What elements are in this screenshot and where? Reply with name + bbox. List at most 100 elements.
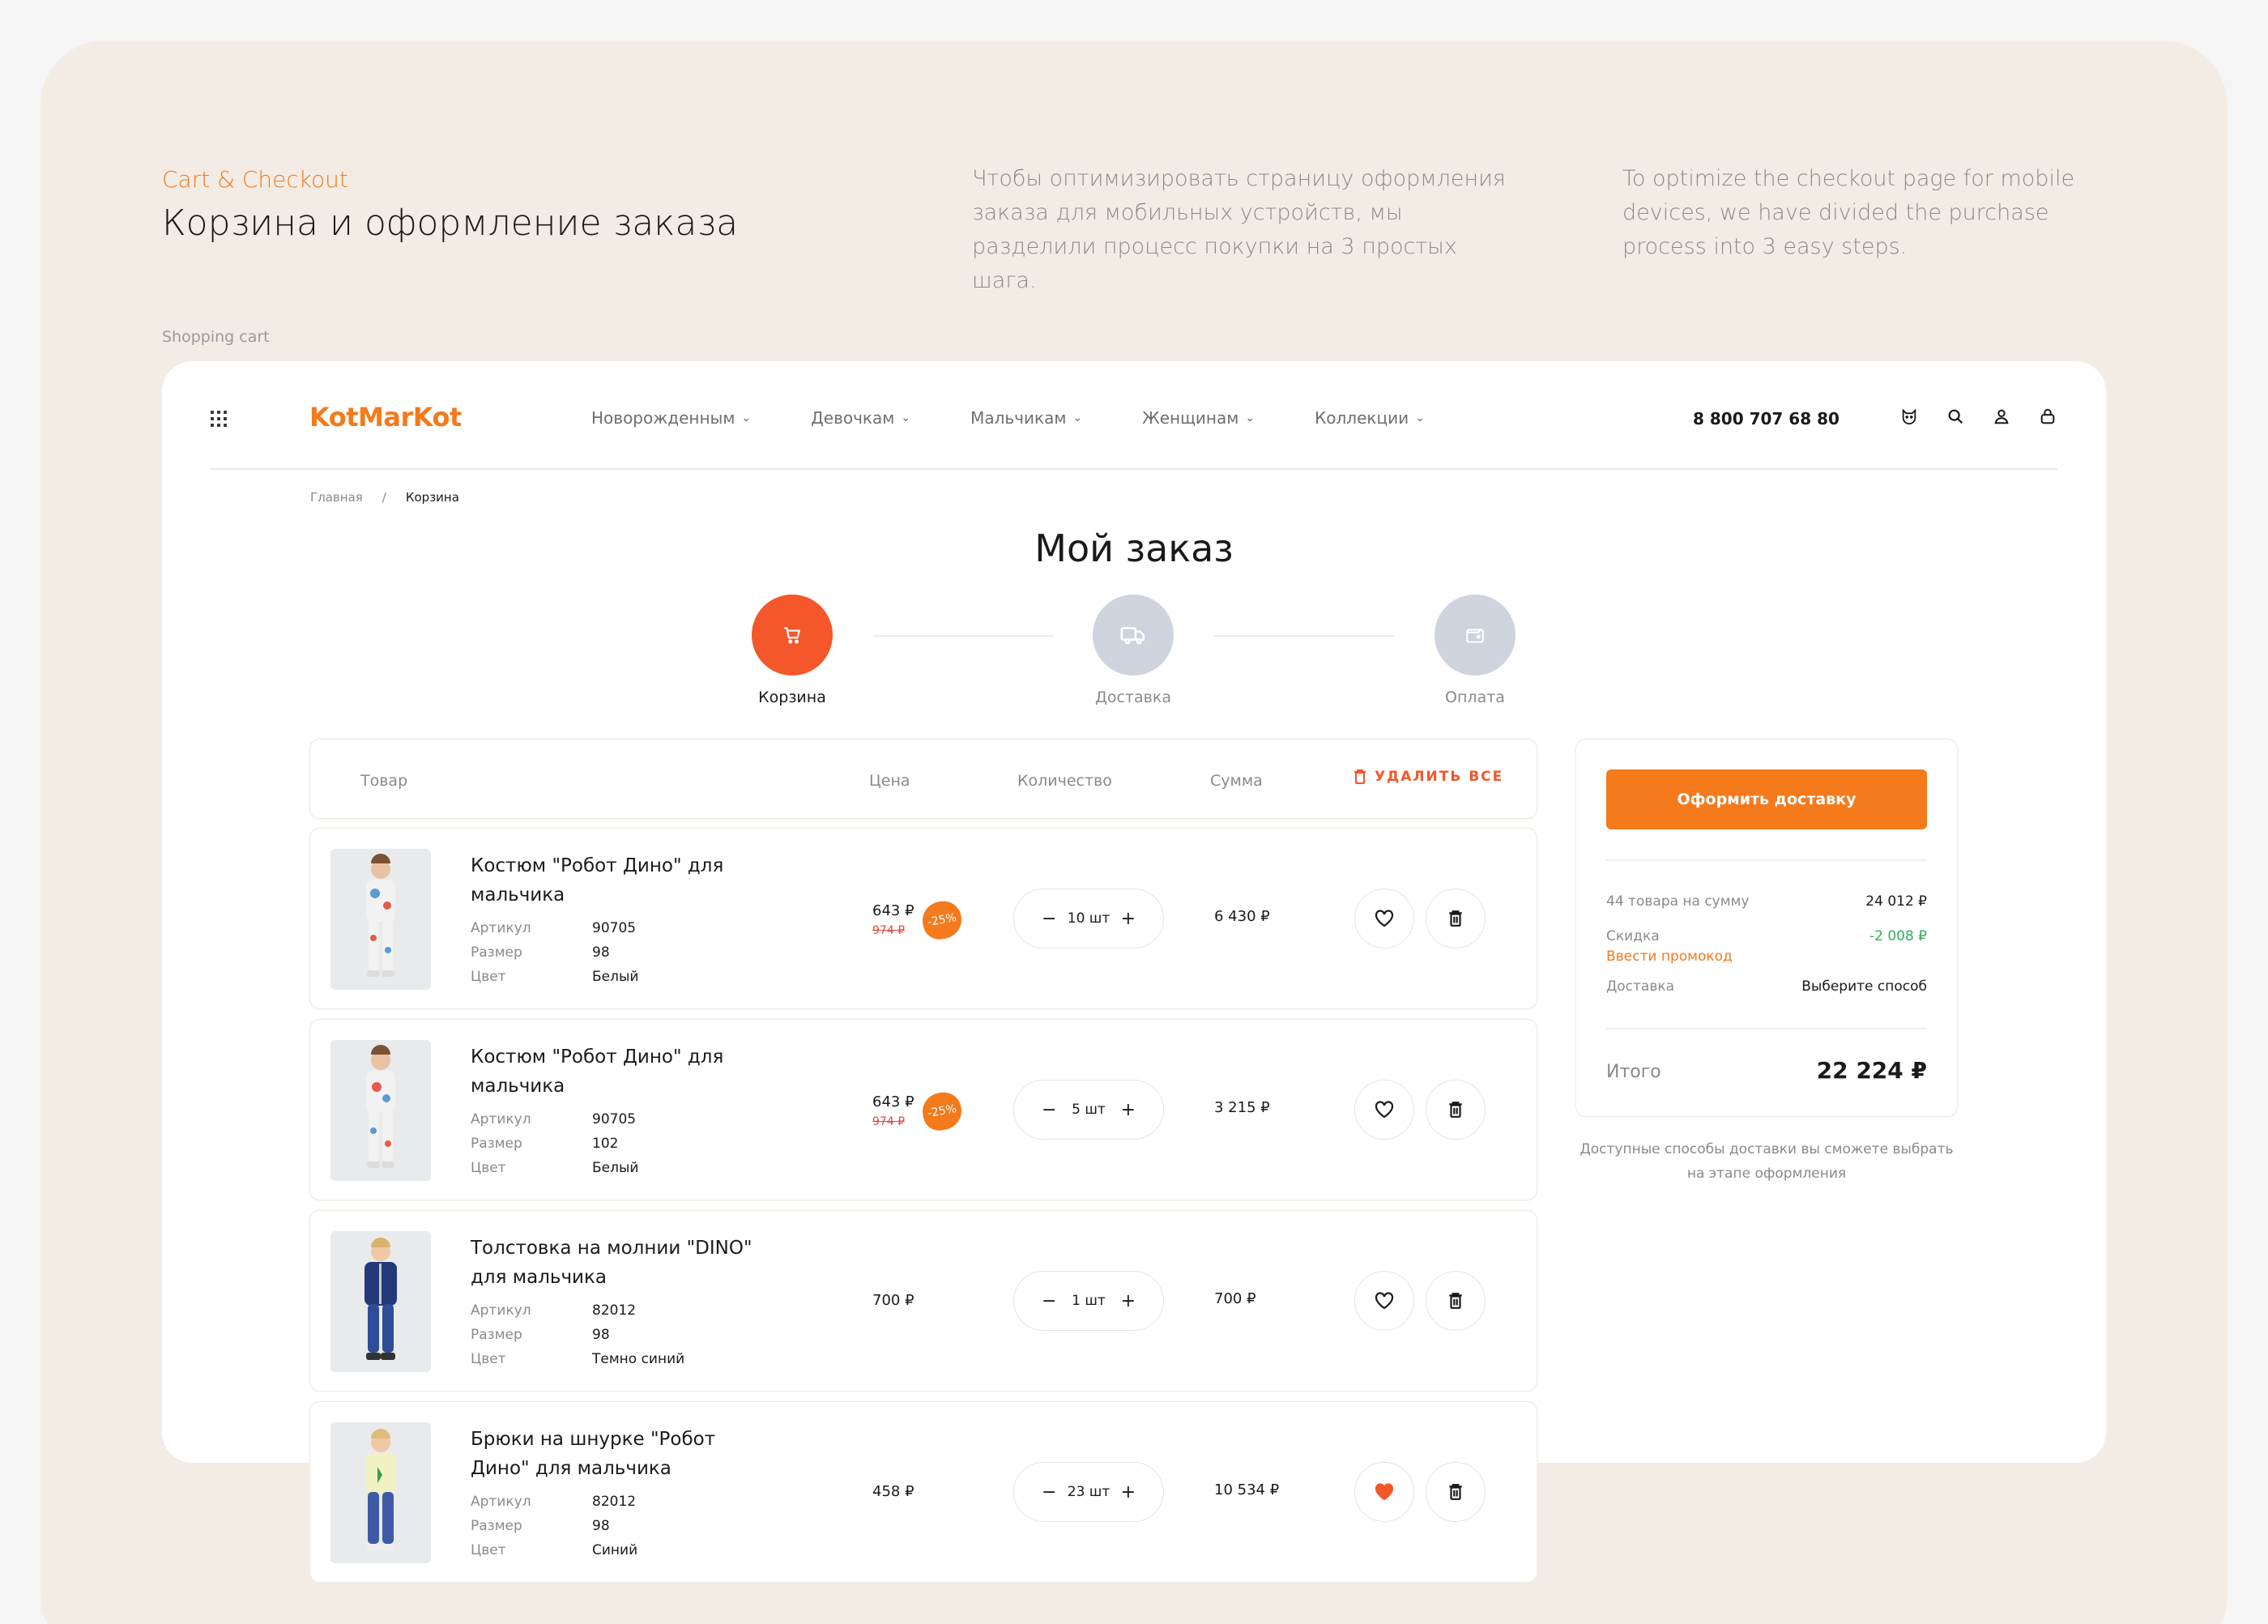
- article-value: 82012: [592, 1302, 637, 1319]
- color-value: Синий: [592, 1542, 638, 1558]
- chevron-down-icon: ⌄: [1072, 411, 1083, 424]
- step-delivery[interactable]: [1093, 595, 1174, 676]
- nav-item-newborn[interactable]: Новорожденным ⌄: [591, 408, 751, 428]
- column-price: Цена: [869, 772, 910, 790]
- product-name[interactable]: Костюм "Робот Дино" для мальчика: [471, 851, 778, 910]
- step-label-cart: Корзина: [758, 688, 826, 706]
- article-value: 90705: [592, 1111, 637, 1127]
- trash-icon: [1449, 1484, 1462, 1500]
- step-cart[interactable]: [752, 595, 833, 676]
- discount-badge: -25%: [919, 898, 965, 942]
- product-name[interactable]: Костюм "Робот Дино" для мальчика: [471, 1042, 778, 1101]
- color-value: Темно синий: [592, 1351, 685, 1367]
- product-image[interactable]: [330, 1231, 431, 1372]
- trash-icon: [1354, 769, 1366, 784]
- heart-icon: [1375, 1101, 1394, 1119]
- product-image[interactable]: [330, 1422, 431, 1563]
- nav-label: Мальчикам: [970, 408, 1067, 428]
- product-image[interactable]: [330, 1040, 431, 1181]
- increment-button[interactable]: +: [1121, 1100, 1136, 1120]
- decrement-button[interactable]: −: [1042, 1482, 1056, 1503]
- order-summary: Оформить доставку 44 товара на сумму 24 …: [1576, 740, 1957, 1116]
- attr-label: Размер: [471, 1136, 522, 1152]
- checkout-delivery-button[interactable]: Оформить доставку: [1606, 769, 1927, 829]
- summary-divider: [1606, 859, 1927, 861]
- breadcrumb-home[interactable]: Главная: [310, 490, 363, 505]
- grid-icon[interactable]: [211, 411, 227, 427]
- delete-all-label: Удалить все: [1375, 769, 1504, 785]
- article-value: 82012: [592, 1494, 637, 1510]
- remove-item-button[interactable]: [1426, 889, 1486, 948]
- color-value: Белый: [592, 1160, 639, 1176]
- remove-item-button[interactable]: [1426, 1462, 1486, 1522]
- search-icon[interactable]: [1946, 407, 1965, 426]
- product-name[interactable]: Брюки на шнурке "Робот Дино" для мальчик…: [471, 1425, 778, 1483]
- trash-icon: [1449, 1102, 1462, 1118]
- remove-item-button[interactable]: [1426, 1271, 1486, 1331]
- table-header: Товар Цена Количество Сумма Удалить все: [310, 740, 1537, 818]
- wallet-icon: [1466, 628, 1484, 643]
- table-row: Толстовка на молнии "DINO" для мальчика …: [310, 1211, 1537, 1391]
- delete-all-button[interactable]: Удалить все: [1354, 769, 1503, 785]
- delivery-label: Доставка: [1606, 978, 1675, 995]
- row-sum: 700 ₽: [1214, 1290, 1256, 1307]
- step-connector: [1214, 635, 1394, 637]
- section-headline: Корзина и оформление заказа: [162, 202, 739, 244]
- items-value: 24 012 ₽: [1865, 893, 1927, 910]
- quantity-value: 5 шт: [1072, 1102, 1106, 1118]
- product-image[interactable]: [330, 849, 431, 990]
- user-icon[interactable]: [1992, 407, 2011, 426]
- column-product: Товар: [360, 772, 408, 790]
- size-value: 98: [592, 1518, 610, 1534]
- items-label: 44 товара на сумму: [1606, 893, 1750, 910]
- product-price: 643 ₽: [872, 1093, 914, 1110]
- row-sum: 6 430 ₽: [1214, 908, 1270, 925]
- section-eyebrow: Cart & Checkout: [162, 166, 348, 193]
- attr-label: Цвет: [471, 1542, 506, 1558]
- delivery-value: Выберите способ: [1801, 978, 1927, 995]
- remove-item-button[interactable]: [1426, 1080, 1486, 1140]
- step-payment[interactable]: [1435, 595, 1516, 676]
- nav-item-collections[interactable]: Коллекции ⌄: [1315, 408, 1425, 428]
- product-name[interactable]: Толстовка на молнии "DINO" для мальчика: [471, 1234, 778, 1292]
- favorite-button-active[interactable]: [1354, 1462, 1414, 1522]
- attr-label: Цвет: [471, 969, 506, 985]
- attr-label: Цвет: [471, 1351, 506, 1367]
- heart-icon: [1375, 910, 1394, 927]
- decrement-button[interactable]: −: [1042, 1100, 1056, 1120]
- discount-value: -2 008 ₽: [1869, 928, 1927, 944]
- page-title: Мой заказ: [1034, 526, 1234, 570]
- increment-button[interactable]: +: [1121, 909, 1136, 929]
- product-attributes: Артикул 90705 Размер 102 Цвет Белый: [471, 1107, 638, 1180]
- product-price: 458 ₽: [872, 1483, 914, 1500]
- cat-icon[interactable]: [1899, 407, 1919, 426]
- header-actions: [1899, 407, 2057, 426]
- nav-item-girls[interactable]: Девочкам ⌄: [811, 408, 910, 428]
- column-sum: Сумма: [1210, 772, 1263, 790]
- decrement-button[interactable]: −: [1042, 1291, 1056, 1311]
- quantity-stepper: − 1 шт +: [1013, 1271, 1164, 1331]
- decrement-button[interactable]: −: [1042, 909, 1056, 929]
- heart-icon: [1375, 1292, 1394, 1310]
- phone-number[interactable]: 8 800 707 68 80: [1693, 409, 1840, 428]
- article-value: 90705: [592, 920, 637, 936]
- increment-button[interactable]: +: [1121, 1482, 1136, 1503]
- favorite-button[interactable]: [1354, 1080, 1414, 1140]
- nav-item-women[interactable]: Женщинам ⌄: [1142, 408, 1255, 428]
- bag-icon[interactable]: [2038, 407, 2057, 426]
- increment-button[interactable]: +: [1121, 1291, 1136, 1311]
- promo-code-link[interactable]: Ввести промокод: [1606, 948, 1733, 965]
- discount-badge: -25%: [919, 1089, 965, 1133]
- site-logo[interactable]: KotMarKot: [309, 402, 462, 433]
- summary-divider: [1606, 1028, 1927, 1029]
- attr-label: Размер: [471, 1518, 522, 1534]
- attr-label: Размер: [471, 1327, 522, 1343]
- favorite-button[interactable]: [1354, 889, 1414, 948]
- product-price: 700 ₽: [872, 1292, 914, 1309]
- summary-items-row: 44 товара на сумму 24 012 ₽: [1606, 893, 1927, 910]
- nav-item-boys[interactable]: Мальчикам ⌄: [970, 408, 1082, 428]
- old-price: 974 ₽: [872, 1115, 906, 1128]
- chevron-down-icon: ⌄: [1415, 411, 1425, 424]
- favorite-button[interactable]: [1354, 1271, 1414, 1331]
- attr-label: Артикул: [471, 920, 531, 936]
